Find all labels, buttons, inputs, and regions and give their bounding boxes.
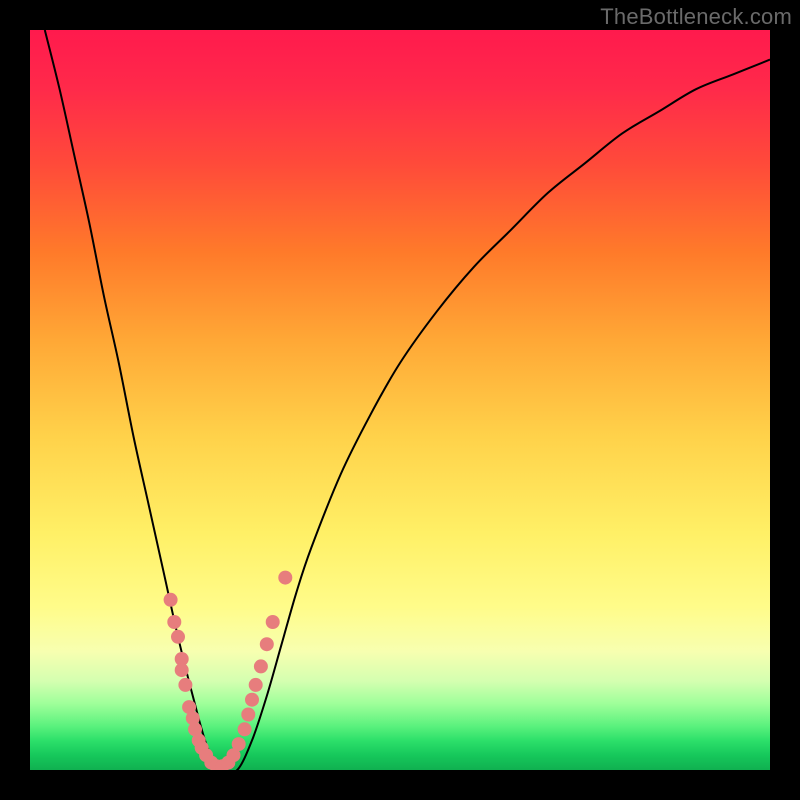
data-marker xyxy=(178,678,192,692)
data-marker xyxy=(238,722,252,736)
data-marker xyxy=(232,737,246,751)
data-marker xyxy=(175,663,189,677)
data-marker xyxy=(167,615,181,629)
data-marker xyxy=(241,708,255,722)
data-marker xyxy=(278,571,292,585)
data-marker xyxy=(260,637,274,651)
data-marker xyxy=(266,615,280,629)
data-marker xyxy=(254,659,268,673)
data-marker xyxy=(249,678,263,692)
data-marker xyxy=(164,593,178,607)
bottleneck-curve xyxy=(45,30,770,770)
chart-frame: TheBottleneck.com xyxy=(0,0,800,800)
data-marker xyxy=(245,693,259,707)
data-markers xyxy=(164,571,293,770)
data-marker xyxy=(171,630,185,644)
plot-area xyxy=(30,30,770,770)
watermark-label: TheBottleneck.com xyxy=(600,4,792,30)
chart-svg xyxy=(30,30,770,770)
